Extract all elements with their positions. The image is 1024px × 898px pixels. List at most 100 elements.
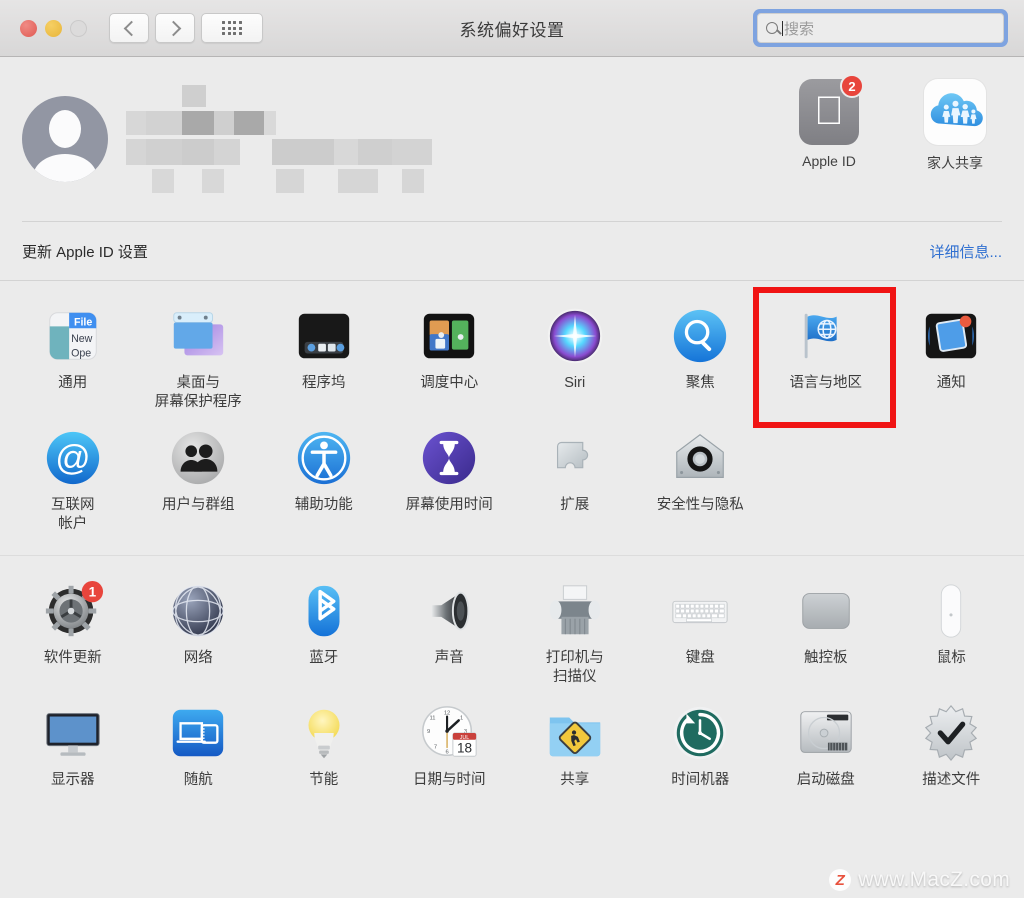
family-sharing-cloud-icon <box>924 79 986 145</box>
pref-pane-language-region[interactable]: 语言与地区 <box>763 295 889 417</box>
pref-pane-label: 桌面与 屏幕保护程序 <box>154 375 242 410</box>
network-globe-icon <box>167 580 229 642</box>
notifications-icon <box>920 305 982 367</box>
internet-accounts-at-icon: @ <box>42 427 104 489</box>
pref-pane-label: 随航 <box>183 772 213 789</box>
profiles-checkmark-icon <box>920 702 982 764</box>
family-sharing-icon-box <box>922 79 988 145</box>
preferences-grid-section-2: 1 软件更新 网络 蓝牙 声音 打印机与 扫描仪 键盘 触控板 鼠标 显示器 随… <box>0 556 1024 806</box>
pref-pane-screen-time[interactable]: 屏幕使用时间 <box>387 417 513 539</box>
avatar[interactable] <box>22 96 108 182</box>
pref-pane-internet-accounts[interactable]: @ 互联网 帐户 <box>10 417 136 539</box>
pref-pane-keyboard[interactable]: 键盘 <box>638 570 764 692</box>
apple-id-panel:  2 Apple ID <box>0 57 1024 221</box>
close-button-icon[interactable] <box>20 19 37 37</box>
back-chevron-icon <box>123 20 139 36</box>
pref-pane-label: 蓝牙 <box>309 650 339 667</box>
pref-pane-security-privacy[interactable]: 安全性与隐私 <box>638 417 764 539</box>
apple-id-update-row: 更新 Apple ID 设置 详细信息... <box>0 222 1024 280</box>
pref-pane-bluetooth[interactable]: 蓝牙 <box>261 570 387 692</box>
pref-pane-label: 屏幕使用时间 <box>405 497 493 514</box>
mission-control-icon <box>418 305 480 367</box>
pref-pane-profiles[interactable]: 描述文件 <box>889 692 1015 796</box>
screen-time-hourglass-icon <box>418 427 480 489</box>
pref-pane-mission-control[interactable]: 调度中心 <box>387 295 513 417</box>
pref-pane-label: 触控板 <box>804 650 848 667</box>
pref-pane-label: 节能 <box>309 772 339 789</box>
bluetooth-icon <box>293 580 355 642</box>
pref-pane-label: 启动磁盘 <box>796 772 855 789</box>
pref-pane-label: Siri <box>564 375 586 391</box>
pref-pane-extensions[interactable]: 扩展 <box>512 417 638 539</box>
pref-pane-label: 日期与时间 <box>413 772 486 789</box>
minimize-button-icon[interactable] <box>45 19 62 37</box>
mouse-icon <box>920 580 982 642</box>
pref-pane-trackpad[interactable]: 触控板 <box>763 570 889 692</box>
back-button[interactable] <box>109 13 149 43</box>
svg-text:1: 1 <box>88 585 96 600</box>
pref-pane-network[interactable]: 网络 <box>136 570 262 692</box>
details-link[interactable]: 详细信息... <box>929 241 1002 262</box>
family-sharing-button[interactable]: 家人共享 <box>908 79 1002 173</box>
pref-pane-mouse[interactable]: 鼠标 <box>889 570 1015 692</box>
apple-id-button[interactable]:  2 Apple ID <box>782 74 876 173</box>
text-caret <box>782 20 783 36</box>
pref-pane-siri[interactable]: Siri <box>512 295 638 417</box>
svg-text:11: 11 <box>430 716 436 722</box>
preferences-grid-section-1: File New Ope 通用 桌面与 屏幕保护程序 程序坞 调度中心 Siri… <box>0 281 1024 549</box>
pref-pane-sidecar[interactable]: 随航 <box>136 692 262 796</box>
dock-icon <box>293 305 355 367</box>
pref-pane-spotlight[interactable]: 聚焦 <box>638 295 764 417</box>
pref-pane-printers-scanners[interactable]: 打印机与 扫描仪 <box>512 570 638 692</box>
software-update-gear-icon: 1 <box>42 580 104 642</box>
pref-pane-displays[interactable]: 显示器 <box>10 692 136 796</box>
avatar-head-shape <box>49 110 81 148</box>
pref-pane-users-groups[interactable]: 用户与群组 <box>136 417 262 539</box>
language-region-flag-icon <box>795 305 857 367</box>
pref-pane-label: 调度中心 <box>420 375 479 391</box>
svg-text:9: 9 <box>427 729 430 735</box>
svg-text:@: @ <box>55 439 90 478</box>
pref-pane-label: 通用 <box>58 375 88 391</box>
svg-text:New: New <box>71 333 93 345</box>
zoom-button-icon[interactable] <box>70 19 87 37</box>
spotlight-icon <box>669 305 731 367</box>
pref-pane-software-update[interactable]: 1 软件更新 <box>10 570 136 692</box>
pref-pane-notifications[interactable]: 通知 <box>889 295 1015 417</box>
navigation-buttons <box>109 13 263 43</box>
pref-pane-energy-saver[interactable]: 节能 <box>261 692 387 796</box>
pref-pane-label: 安全性与隐私 <box>656 497 744 514</box>
users-groups-icon <box>167 427 229 489</box>
siri-icon <box>544 305 606 367</box>
pref-pane-desktop-screensaver[interactable]: 桌面与 屏幕保护程序 <box>136 295 262 417</box>
pref-pane-sharing[interactable]: 共享 <box>512 692 638 796</box>
avatar-body-shape <box>33 154 97 182</box>
window-titlebar: 系统偏好设置 搜索 <box>0 0 1024 57</box>
pref-pane-label: 网络 <box>183 650 213 667</box>
search-placeholder: 搜索 <box>784 20 815 38</box>
redacted-user-name <box>126 85 432 193</box>
search-field[interactable]: 搜索 <box>753 9 1008 47</box>
pref-pane-accessibility[interactable]: 辅助功能 <box>261 417 387 539</box>
grid-row: @ 互联网 帐户 用户与群组 辅助功能 屏幕使用时间 扩展 安全性与隐私 <box>0 417 1024 539</box>
show-all-button[interactable] <box>201 13 263 43</box>
watermark: Z www.MacZ.com <box>829 868 1010 892</box>
pref-pane-startup-disk[interactable]: 启动磁盘 <box>763 692 889 796</box>
pref-pane-date-time[interactable]: 1213 567 911 JUL 18 日期与时间 <box>387 692 513 796</box>
svg-text:18: 18 <box>457 741 472 756</box>
pref-pane-label: 打印机与 扫描仪 <box>545 650 604 685</box>
pref-pane-general[interactable]: File New Ope 通用 <box>10 295 136 417</box>
grid-row: File New Ope 通用 桌面与 屏幕保护程序 程序坞 调度中心 Siri… <box>0 295 1024 417</box>
search-field-inner[interactable]: 搜索 <box>757 13 1004 43</box>
apple-id-buttons:  2 Apple ID <box>782 74 1002 173</box>
pref-pane-sound[interactable]: 声音 <box>387 570 513 692</box>
redaction-row <box>126 139 432 165</box>
traffic-light-group <box>20 19 87 37</box>
svg-text:7: 7 <box>434 745 437 751</box>
pref-pane-dock[interactable]: 程序坞 <box>261 295 387 417</box>
pref-pane-time-machine[interactable]: 时间机器 <box>638 692 764 796</box>
printers-scanners-icon <box>544 580 606 642</box>
forward-button[interactable] <box>155 13 195 43</box>
energy-saver-bulb-icon <box>293 702 355 764</box>
pref-pane-label: 键盘 <box>685 650 715 667</box>
